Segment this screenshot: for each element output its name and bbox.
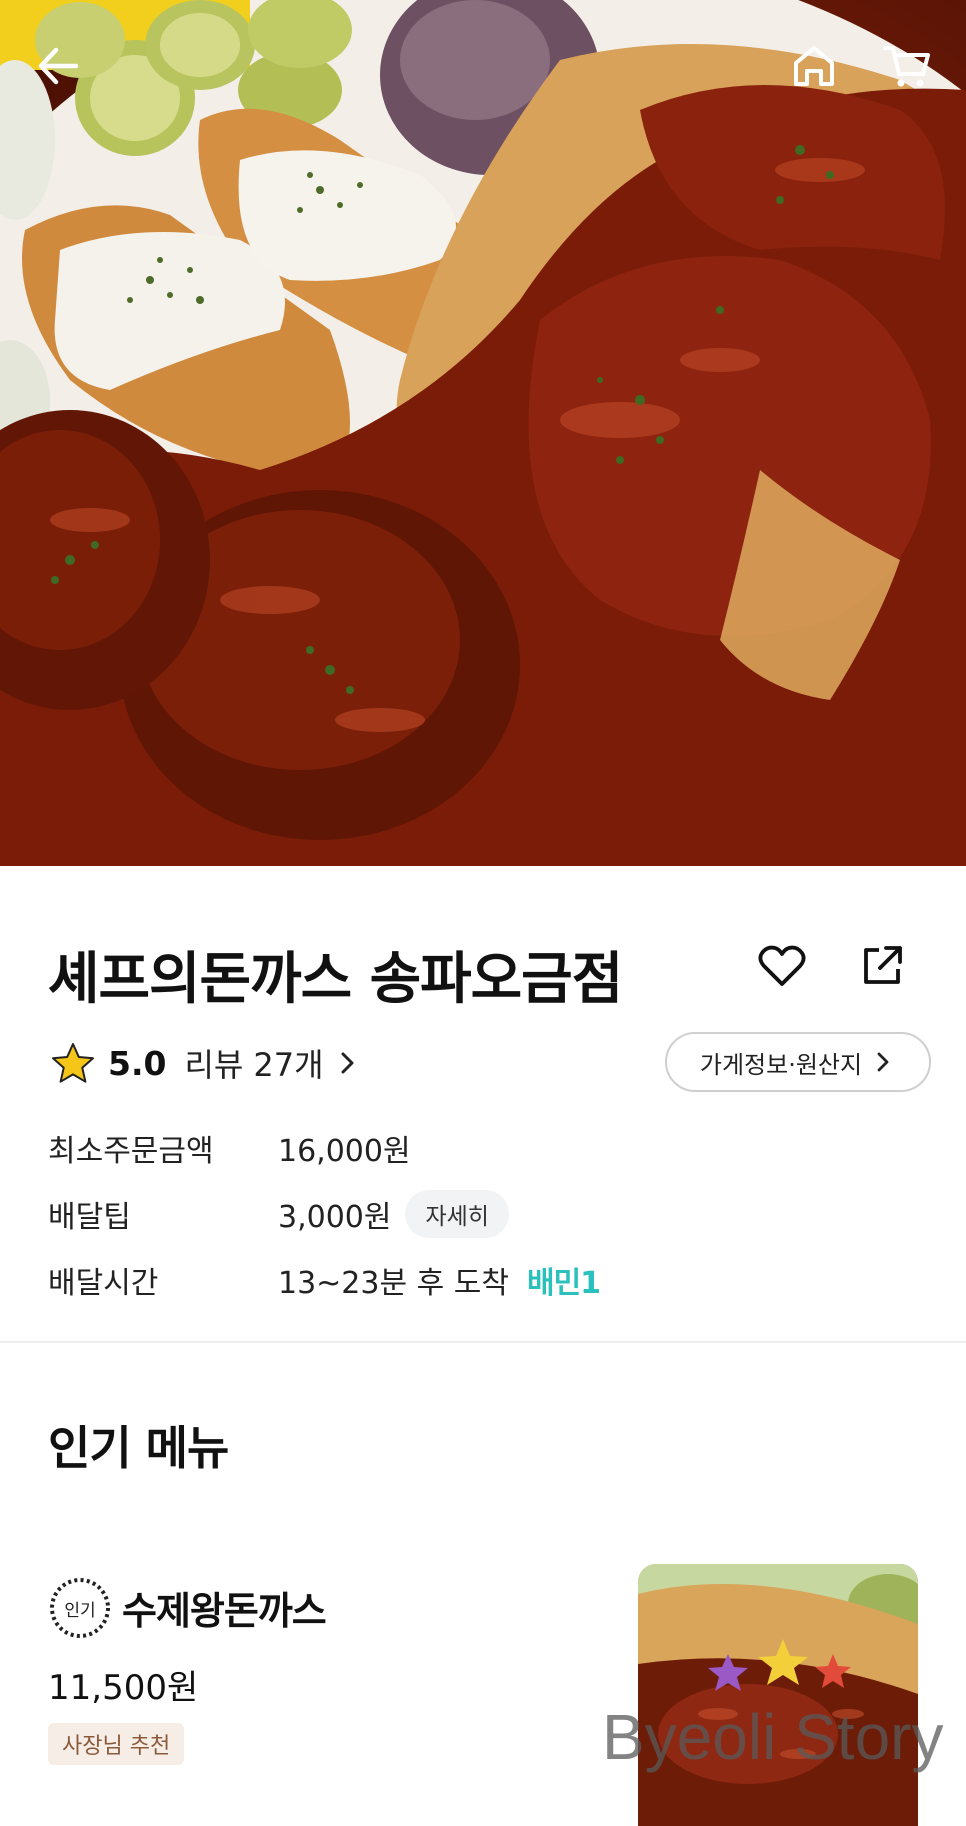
popular-badge: 인기 [48, 1576, 112, 1640]
chevron-right-icon [341, 1052, 354, 1074]
cart-button[interactable] [875, 34, 939, 98]
detail-chip-label: 자세히 [425, 1204, 489, 1230]
home-button[interactable] [782, 34, 846, 98]
share-icon [864, 946, 902, 984]
delivery-tip-label: 배달팁 [48, 1200, 131, 1235]
review-label: 리뷰 [184, 1046, 244, 1084]
chevron-right-icon [877, 1052, 889, 1072]
popular-menu-title: 인기 메뉴 [48, 1421, 229, 1475]
review-count: 27개 [253, 1046, 324, 1084]
delivery-tip-row: 배달팁 3,000원 자세히 [48, 1190, 509, 1238]
menu-item[interactable]: 인기 수제왕돈까스 11,500원 사장님 추천 [0, 1540, 966, 1826]
store-info-button-label: 가게정보·원산지 [699, 1050, 863, 1079]
heart-outline-icon [758, 945, 806, 986]
baemin1-label: 배민1 [526, 1266, 601, 1301]
delivery-time-label: 배달시간 [48, 1266, 159, 1301]
review-link[interactable]: 리뷰 27개 [184, 1040, 361, 1086]
store-info-button[interactable]: 가게정보·원산지 [665, 1032, 931, 1092]
favorite-button[interactable] [752, 936, 812, 996]
min-order-row: 최소주문금액 16,000원 [48, 1126, 411, 1170]
back-button[interactable] [26, 34, 90, 98]
section-divider [0, 1341, 966, 1343]
rating-row: 5.0 리뷰 27개 [50, 1038, 362, 1088]
delivery-time-value: 13~23분 후 도착 [278, 1266, 509, 1301]
menu-item-name: 수제왕돈까스 [122, 1589, 327, 1633]
star-icon [52, 1043, 94, 1083]
rating-value: 5.0 [108, 1043, 167, 1083]
owner-recommend-badge: 사장님 추천 [48, 1723, 185, 1765]
store-name: 셰프의돈까스 송파오금점 [48, 947, 623, 1012]
delivery-tip-detail-button[interactable]: 자세히 [405, 1190, 509, 1238]
arrow-left-icon [38, 47, 79, 85]
cart-icon [883, 46, 930, 87]
store-hero-image [0, 0, 966, 866]
store-info-section: 셰프의돈까스 송파오금점 5.0 리뷰 27개 가게정보·원산지 최소주문금액 … [0, 866, 966, 1343]
popular-badge-label: 인기 [64, 1600, 96, 1621]
delivery-time-row: 배달시간 13~23분 후 도착 배민1 [48, 1258, 601, 1302]
menu-item-price: 11,500원 [48, 1668, 199, 1708]
delivery-tip-value: 3,000원 [278, 1200, 392, 1235]
owner-recommend-label: 사장님 추천 [62, 1734, 171, 1759]
share-button[interactable] [852, 936, 912, 996]
min-order-value: 16,000원 [278, 1134, 411, 1169]
baemin1-badge: 배민1 [526, 1258, 601, 1302]
menu-item-photo [638, 1564, 918, 1826]
food-photo [0, 0, 966, 866]
min-order-label: 최소주문금액 [48, 1134, 214, 1169]
menu-food-image [638, 1564, 918, 1826]
home-icon [794, 46, 834, 86]
